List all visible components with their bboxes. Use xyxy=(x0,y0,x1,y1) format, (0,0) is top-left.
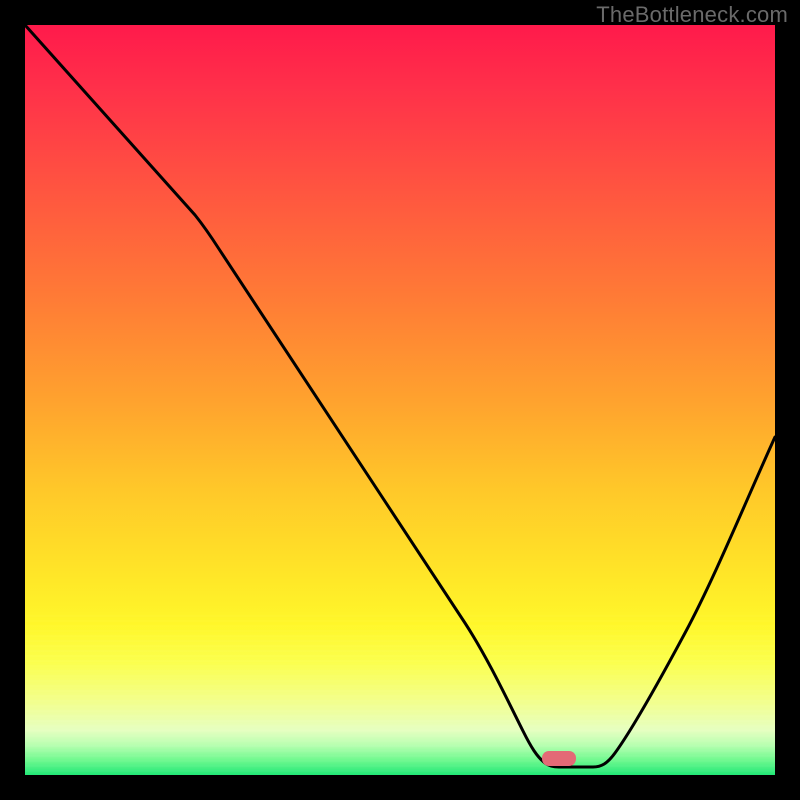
curve-svg xyxy=(25,25,775,775)
plot-area xyxy=(25,25,775,775)
bottleneck-curve xyxy=(25,25,775,767)
optimum-marker xyxy=(542,751,576,766)
chart-container: TheBottleneck.com xyxy=(0,0,800,800)
